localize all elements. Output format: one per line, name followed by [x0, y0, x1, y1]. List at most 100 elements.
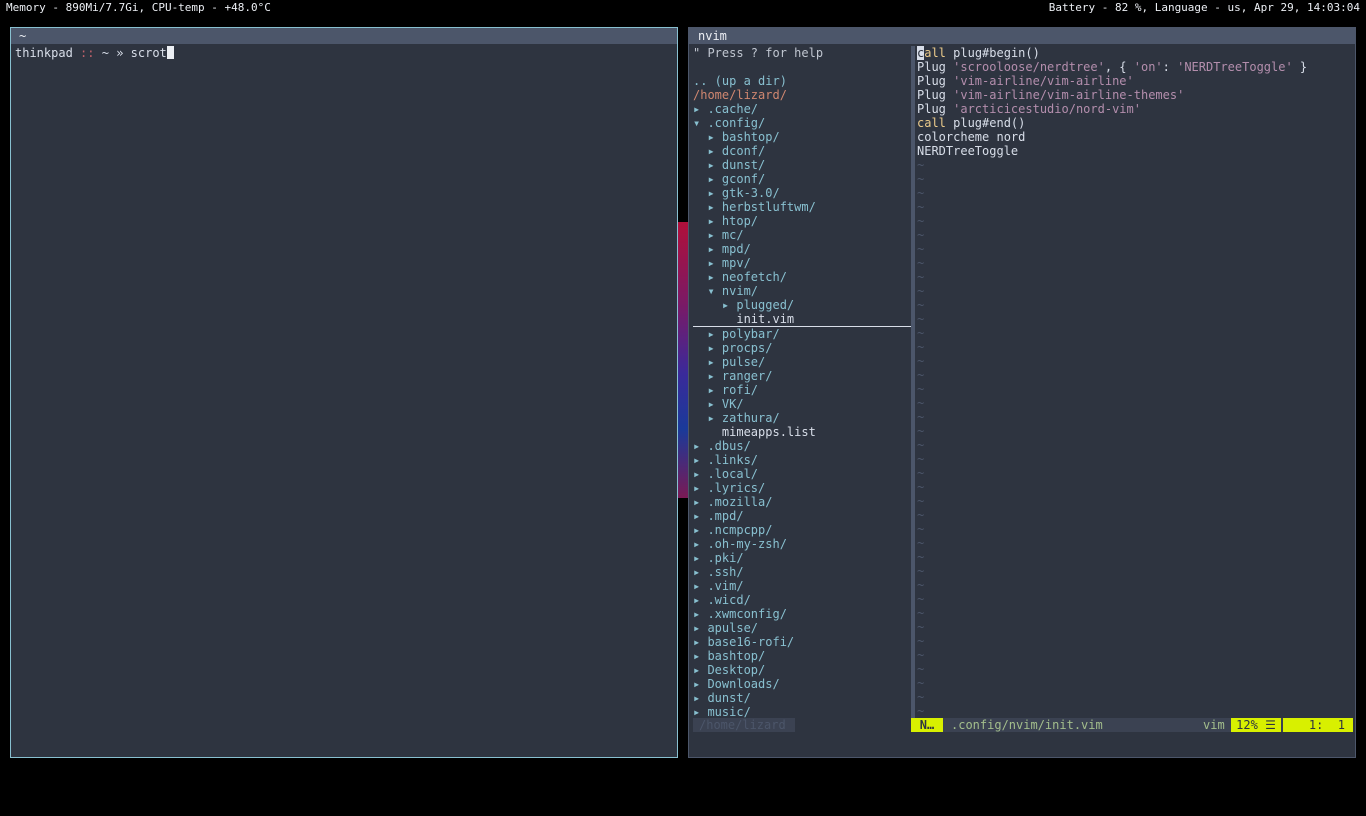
code-token: }: [1292, 60, 1308, 74]
nvim-window[interactable]: nvim " Press ? for help .. (up a dir) /h…: [688, 27, 1356, 758]
nerdtree-dir[interactable]: ▸ .ssh/: [693, 565, 911, 579]
caret-right-icon: ▸: [707, 200, 722, 214]
nerdtree-item-label: rofi/: [721, 383, 759, 397]
nerdtree-dir[interactable]: ▸ gconf/: [693, 172, 911, 186]
nerdtree-dir[interactable]: ▾ .config/: [693, 116, 911, 130]
terminal-window[interactable]: ~ thinkpad :: ~ » scrot: [10, 27, 678, 758]
nerdtree-dir[interactable]: ▸ dconf/: [693, 144, 911, 158]
prompt-path: ~: [101, 46, 109, 60]
caret-right-icon: ▸: [693, 467, 708, 481]
nerdtree-dir[interactable]: ▸ music/: [693, 705, 911, 718]
caret-right-icon: ▸: [693, 663, 708, 677]
nerdtree-panel[interactable]: " Press ? for help .. (up a dir) /home/l…: [693, 46, 911, 718]
nerdtree-dir[interactable]: ▸ bashtop/: [693, 130, 911, 144]
nerdtree-dir[interactable]: ▸ apulse/: [693, 621, 911, 635]
nerdtree-item-label: neofetch/: [721, 270, 787, 284]
code-line[interactable]: call plug#end(): [917, 116, 1353, 130]
nerdtree-dir[interactable]: ▸ polybar/: [693, 327, 911, 341]
caret-right-icon: ▸: [707, 355, 722, 369]
nerdtree-dir[interactable]: ▸ bashtop/: [693, 649, 911, 663]
code-line[interactable]: call plug#begin(): [917, 46, 1353, 60]
nerdtree-dir[interactable]: ▸ .dbus/: [693, 439, 911, 453]
code-line[interactable]: Plug 'scrooloose/nerdtree', { 'on': 'NER…: [917, 60, 1353, 74]
empty-line-marker: ~: [917, 326, 925, 340]
mode-indicator: N…: [911, 718, 943, 732]
nerdtree-dir[interactable]: ▾ nvim/: [693, 284, 911, 298]
nerdtree-dir[interactable]: ▸ gtk-3.0/: [693, 186, 911, 200]
caret-right-icon: ▸: [693, 523, 708, 537]
nerdtree-root[interactable]: /home/lizard/: [693, 88, 911, 102]
nerdtree-dir[interactable]: ▸ .ncmpcpp/: [693, 523, 911, 537]
code-token: Plug: [917, 102, 954, 116]
code-line[interactable]: NERDTreeToggle: [917, 144, 1353, 158]
nerdtree-dir[interactable]: ▸ neofetch/: [693, 270, 911, 284]
nerdtree-dir[interactable]: ▸ .pki/: [693, 551, 911, 565]
nerdtree-dir[interactable]: ▸ herbstluftwm/: [693, 200, 911, 214]
nerdtree-dir[interactable]: ▸ dunst/: [693, 691, 911, 705]
empty-line-marker: ~: [917, 704, 925, 718]
code-line[interactable]: Plug 'arcticicestudio/nord-vim': [917, 102, 1353, 116]
code-token: 'on': [1133, 60, 1163, 74]
nerdtree-item-label: polybar/: [721, 327, 780, 341]
nerdtree-file[interactable]: mimeapps.list: [693, 425, 911, 439]
editor-buffer[interactable]: call plug#begin() Plug 'scrooloose/nerdtr…: [917, 46, 1353, 718]
nerdtree-dir[interactable]: ▸ .wicd/: [693, 593, 911, 607]
nerdtree-updir[interactable]: .. (up a dir): [693, 74, 911, 88]
caret-right-icon: ▸: [693, 635, 708, 649]
nerdtree-dir[interactable]: ▸ htop/: [693, 214, 911, 228]
empty-line-marker: ~: [917, 354, 925, 368]
code-line[interactable]: Plug 'vim-airline/vim-airline': [917, 74, 1353, 88]
nerdtree-dir[interactable]: ▸ dunst/: [693, 158, 911, 172]
caret-right-icon: ▸: [707, 186, 722, 200]
nerdtree-dir[interactable]: ▸ mpv/: [693, 256, 911, 270]
nvim-titlebar[interactable]: nvim: [689, 28, 1355, 44]
nerdtree-dir[interactable]: ▸ .oh-my-zsh/: [693, 537, 911, 551]
empty-line-marker: ~: [917, 312, 925, 326]
nerdtree-dir[interactable]: ▸ .mozilla/: [693, 495, 911, 509]
caret-right-icon: ▸: [693, 439, 708, 453]
nerdtree-dir[interactable]: ▸ plugged/: [693, 298, 911, 312]
terminal-prompt[interactable]: thinkpad :: ~ » scrot: [11, 44, 677, 62]
nerdtree-dir[interactable]: ▸ mpd/: [693, 242, 911, 256]
empty-line-marker: ~: [917, 690, 925, 704]
code-token: NERDTreeToggle: [917, 144, 1019, 158]
nerdtree-dir[interactable]: ▸ VK/: [693, 397, 911, 411]
nerdtree-dir[interactable]: ▸ ranger/: [693, 369, 911, 383]
nerdtree-dir[interactable]: ▸ Downloads/: [693, 677, 911, 691]
code-line[interactable]: Plug 'vim-airline/vim-airline-themes': [917, 88, 1353, 102]
code-line[interactable]: colorcheme nord: [917, 130, 1353, 144]
nerdtree-dir[interactable]: ▸ .links/: [693, 453, 911, 467]
nerdtree-dir[interactable]: ▸ base16-rofi/: [693, 635, 911, 649]
prompt-host: thinkpad: [15, 46, 73, 60]
nerdtree-dir[interactable]: ▸ .lyrics/: [693, 481, 911, 495]
nerdtree-dir[interactable]: ▸ mc/: [693, 228, 911, 242]
nerdtree-dir[interactable]: ▸ .vim/: [693, 579, 911, 593]
code-token: 'NERDTreeToggle': [1177, 60, 1293, 74]
nerdtree-dir[interactable]: ▸ zathura/: [693, 411, 911, 425]
terminal-titlebar[interactable]: ~: [11, 28, 677, 44]
nerdtree-dir[interactable]: ▸ .xwmconfig/: [693, 607, 911, 621]
nerdtree-file[interactable]: init.vim: [693, 312, 911, 327]
nerdtree-dir[interactable]: ▸ rofi/: [693, 383, 911, 397]
empty-line-marker: ~: [917, 452, 925, 466]
nerdtree-dir[interactable]: ▸ .local/: [693, 467, 911, 481]
empty-line-marker: ~: [917, 466, 925, 480]
nerdtree-dir[interactable]: ▸ .mpd/: [693, 509, 911, 523]
nerdtree-dir[interactable]: ▸ procps/: [693, 341, 911, 355]
nerdtree-item-label: Desktop/: [707, 663, 766, 677]
nerdtree-dir[interactable]: ▸ Desktop/: [693, 663, 911, 677]
caret-right-icon: ▸: [707, 411, 722, 425]
nerdtree-dir[interactable]: ▸ .cache/: [693, 102, 911, 116]
prompt-command[interactable]: scrot: [131, 46, 167, 60]
nerdtree-dir[interactable]: ▸ pulse/: [693, 355, 911, 369]
window-split[interactable]: [911, 46, 915, 718]
